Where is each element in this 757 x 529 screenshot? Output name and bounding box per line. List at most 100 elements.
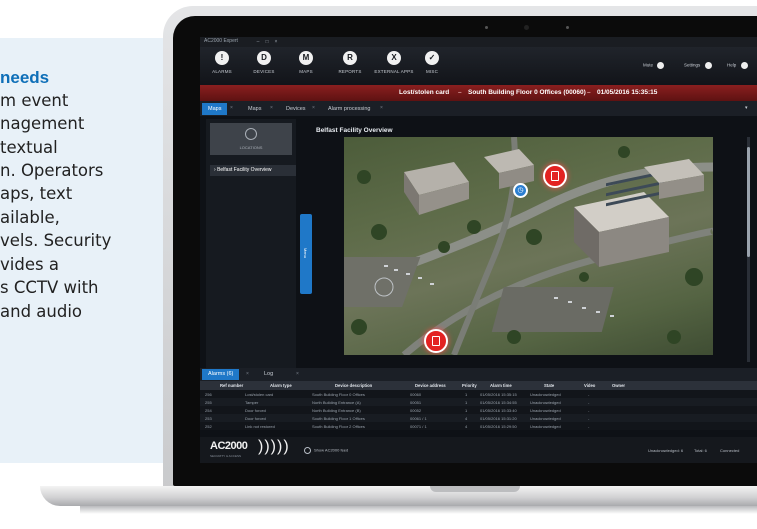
map-title: Belfast Facility Overview xyxy=(316,127,393,134)
table-cell: - xyxy=(588,424,590,429)
tab-close-icon[interactable]: × xyxy=(312,105,315,111)
tab-close-icon[interactable]: × xyxy=(270,105,273,111)
table-cell: Door forced xyxy=(245,408,266,413)
device-marker-icon[interactable]: ◷ xyxy=(513,183,528,198)
toolbar-maps-button[interactable]: M MAPS xyxy=(284,51,328,81)
restore-icon[interactable]: □ xyxy=(264,39,270,45)
table-row[interactable]: 254 Door forced North Building Entrance … xyxy=(200,406,757,414)
connection-status: Connected xyxy=(720,448,740,453)
active-alarm-banner[interactable]: Lost/stolen card – South Building Floor … xyxy=(200,85,757,101)
minimize-icon[interactable]: – xyxy=(255,39,261,45)
column-header[interactable]: Ref number xyxy=(220,383,243,388)
toolbar-alarms-button[interactable]: ! ALARMS xyxy=(200,51,244,81)
panel-line: and audio xyxy=(0,302,83,321)
window-title: AC2000 Expert xyxy=(204,38,238,44)
report-icon: R xyxy=(343,51,357,65)
column-header[interactable]: Alarm type xyxy=(270,383,292,388)
table-cell: Lost/stolen card xyxy=(245,392,274,397)
column-header[interactable]: State xyxy=(544,383,554,388)
door-icon xyxy=(432,336,440,346)
alarm-marker-icon[interactable] xyxy=(424,329,448,353)
power-icon xyxy=(304,447,311,454)
mute-label: Mute xyxy=(643,62,654,68)
alarm-panel-tabs: Alarms (6) × Log × xyxy=(200,368,757,381)
alarm-table-header: Ref number Alarm type Device description… xyxy=(200,381,757,390)
table-cell: - xyxy=(588,416,590,421)
table-cell: 1 xyxy=(465,392,468,397)
chevron-down-icon[interactable]: ▾ xyxy=(745,105,748,111)
column-header[interactable]: Priority xyxy=(462,383,477,388)
toolbar-label: DEVICES xyxy=(253,69,275,74)
map-scrollbar-thumb[interactable] xyxy=(747,147,750,257)
column-header[interactable]: Alarm time xyxy=(490,383,512,388)
toolbar-label: MISC xyxy=(425,69,439,74)
apps-icon: X xyxy=(387,51,401,65)
table-row[interactable]: 256 Lost/stolen card South Building Floo… xyxy=(200,390,757,398)
table-cell: - xyxy=(588,400,590,405)
table-cell: 00052 xyxy=(410,408,422,413)
laptop-notch xyxy=(430,486,520,492)
panel-line: vels. Security xyxy=(0,231,112,250)
table-cell: South Building Floor 1 Offices xyxy=(312,416,365,421)
tab-devices[interactable]: Devices xyxy=(280,103,312,115)
alarm-location: South Building Floor 0 Offices (00060) xyxy=(468,89,586,96)
table-cell: 01/05/2016 15:34:55 xyxy=(480,400,517,405)
device-icon: D xyxy=(257,51,271,65)
thumbnail-label: LOCATIONS xyxy=(239,145,263,150)
table-cell: 01/05/2016 15:31:20 xyxy=(480,416,517,421)
facility-map[interactable]: ◷ xyxy=(344,137,713,355)
unacknowledged-count: Unacknowledged: 6 xyxy=(648,448,684,453)
tab-alarms[interactable]: Alarms (6) xyxy=(202,369,240,380)
tab-maps-active[interactable]: Maps xyxy=(202,103,228,115)
tab-close-icon[interactable]: × xyxy=(246,371,249,377)
toolbar-reports-button[interactable]: R REPORTS xyxy=(328,51,372,81)
table-cell: 255 xyxy=(205,400,212,405)
toolbar-misc-button[interactable]: ✓ MISC xyxy=(410,51,454,81)
table-cell: 1 xyxy=(465,400,468,405)
location-thumbnail[interactable]: LOCATIONS xyxy=(210,123,292,155)
close-icon[interactable]: × xyxy=(273,39,279,45)
help-button[interactable]: Help xyxy=(727,62,748,69)
table-row[interactable]: 255 Tamper North Building Entrance (A) 0… xyxy=(200,398,757,406)
sensor-dot xyxy=(566,26,569,29)
sidebar-toggle-handle[interactable]: Menu xyxy=(300,214,312,294)
signal-waves-icon: ))))) xyxy=(258,438,290,455)
toolbar-devices-button[interactable]: D DEVICES xyxy=(242,51,286,81)
alarm-datetime: 01/05/2016 15:35:15 xyxy=(597,89,658,96)
table-cell: 253 xyxy=(205,416,212,421)
panel-line: nagement xyxy=(0,114,85,133)
settings-button[interactable]: Settings xyxy=(684,62,712,69)
panel-line: ailable, xyxy=(0,208,60,227)
column-header[interactable]: Device description xyxy=(335,383,372,388)
column-header[interactable]: Owner xyxy=(612,383,625,388)
tab-log[interactable]: Log xyxy=(258,369,279,380)
table-cell: 4 xyxy=(465,424,468,429)
table-cell: 4 xyxy=(465,416,468,421)
alarm-marker-icon[interactable] xyxy=(543,164,567,188)
tab-close-icon[interactable]: × xyxy=(380,105,383,111)
column-header[interactable]: Video xyxy=(584,383,595,388)
panel-line: s CCTV with xyxy=(0,278,99,297)
table-cell: South Building Floor 0 Offices xyxy=(312,392,365,397)
tab-alarm-processing[interactable]: Alarm processing xyxy=(322,103,377,115)
table-row[interactable]: 253 Door forced South Building Floor 1 O… xyxy=(200,414,757,422)
toolbar-label: ALARMS xyxy=(212,69,232,74)
map-pin-icon: M xyxy=(299,51,313,65)
tab-maps[interactable]: Maps xyxy=(242,103,267,115)
map-sidebar: LOCATIONS › Belfast Facility Overview xyxy=(206,119,296,387)
gear-icon xyxy=(704,62,712,69)
table-cell: Unacknowledged xyxy=(530,424,561,429)
table-cell: Door forced xyxy=(245,416,266,421)
laptop-base xyxy=(40,486,757,506)
separator-icon: – xyxy=(458,89,462,96)
webcam xyxy=(524,25,529,30)
show-feed-toggle[interactable]: Show AC2000 feed xyxy=(304,447,348,454)
column-header[interactable]: Device address xyxy=(415,383,446,388)
tab-close-icon[interactable]: × xyxy=(296,371,299,377)
mute-button[interactable]: Mute xyxy=(643,62,665,69)
toolbar-label: REPORTS xyxy=(338,69,362,74)
brand-logo: AC2000 xyxy=(210,440,248,452)
table-row[interactable]: 252 Link not restored South Building Flo… xyxy=(200,422,757,430)
tab-close-icon[interactable]: × xyxy=(230,105,233,111)
tree-item-facility[interactable]: › Belfast Facility Overview xyxy=(210,165,296,176)
